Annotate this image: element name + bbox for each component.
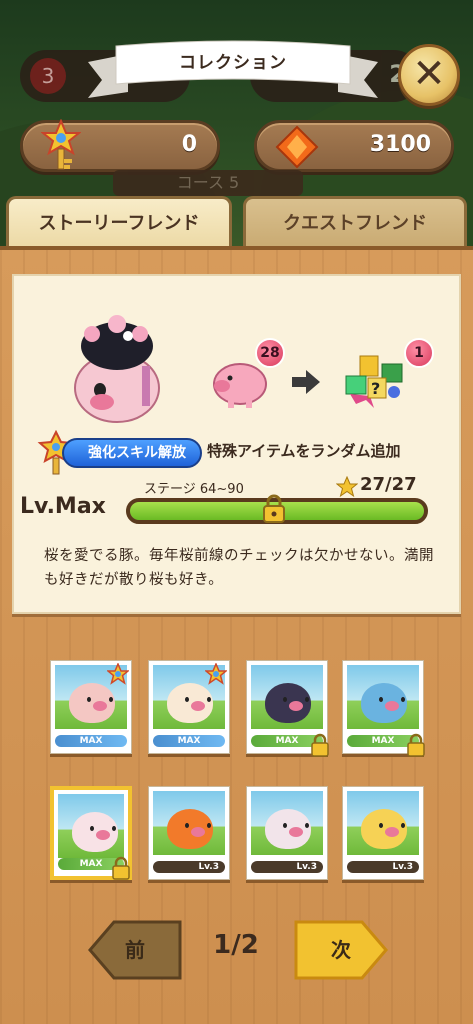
level-bar: Lv.3 <box>347 861 419 873</box>
tab-story-friends[interactable]: ストーリーフレンド <box>6 196 232 248</box>
pig-eye2 <box>401 823 405 828</box>
pig-eye1 <box>185 823 189 828</box>
pig-snout <box>93 701 107 711</box>
course-label: コース 5 <box>113 170 303 196</box>
pig-portrait <box>361 809 407 849</box>
pig-eye1 <box>90 826 94 831</box>
skill-description: 特殊アイテムをランダム追加 <box>207 442 401 460</box>
pig-eye2 <box>401 697 405 702</box>
close-button[interactable]: ✕ <box>398 44 460 106</box>
gems-currency: 3100 <box>254 120 454 172</box>
svg-text:?: ? <box>371 379 380 398</box>
pig-portrait <box>265 809 311 849</box>
pig-eye2 <box>305 823 309 828</box>
keys-value: 0 <box>181 132 197 157</box>
pig-portrait <box>361 683 407 723</box>
rainbow-key-icon <box>41 119 81 170</box>
rainbow-star-icon <box>107 663 129 685</box>
lock-icon <box>311 733 329 757</box>
level-text: MAX <box>79 736 103 746</box>
pig-portrait <box>265 683 311 723</box>
level-text: Lv.3 <box>392 862 413 872</box>
level-text: MAX <box>177 736 201 746</box>
friend-slot[interactable]: MAX <box>50 786 132 880</box>
level-bar: Lv.3 <box>153 861 225 873</box>
friend-slot[interactable]: MAX <box>50 660 132 754</box>
pig-portrait <box>69 683 115 723</box>
lock-icon <box>407 733 425 757</box>
level-label: Lv.Max <box>20 494 106 519</box>
pig-snout <box>191 827 205 837</box>
pig-count-badge: 28 <box>255 338 285 368</box>
pig-portrait <box>72 812 118 852</box>
level-text: Lv.3 <box>198 862 219 872</box>
page-title: コレクション <box>179 53 287 73</box>
pig-snout <box>96 830 110 840</box>
arrow-right-icon <box>292 370 320 394</box>
friend-slot[interactable]: Lv.3 <box>148 786 230 880</box>
friend-slot[interactable]: Lv.3 <box>342 786 424 880</box>
lock-icon <box>112 856 130 880</box>
pig-eye2 <box>207 697 211 702</box>
pig-eye2 <box>112 826 116 831</box>
friend-slot[interactable]: Lv.3 <box>246 786 328 880</box>
pig-snout <box>289 701 303 711</box>
skill-unlock-badge: 強化スキル解放 <box>62 438 202 468</box>
pig-eye1 <box>283 823 287 828</box>
next-page-button[interactable]: 次 <box>294 918 388 982</box>
pig-snout <box>289 827 303 837</box>
level-bar: MAX <box>55 735 127 747</box>
friend-slot[interactable]: MAX <box>246 660 329 757</box>
pig-eye2 <box>305 697 309 702</box>
pig-eye1 <box>379 823 383 828</box>
pig-eye1 <box>379 697 383 702</box>
pig-snout <box>191 701 205 711</box>
stars-count: 27/27 <box>360 474 417 495</box>
hearts-count: 3 <box>41 64 55 88</box>
heart-icon: 3 <box>30 58 66 94</box>
friend-slot[interactable]: MAX <box>148 660 230 754</box>
pig-eye1 <box>185 697 189 702</box>
pig-snout <box>385 701 399 711</box>
level-bar: Lv.3 <box>251 861 323 873</box>
gems-value: 3100 <box>369 132 431 157</box>
friend-slot[interactable]: MAX <box>342 660 425 757</box>
tab-quest-friends[interactable]: クエストフレンド <box>243 196 467 248</box>
pig-eye2 <box>109 697 113 702</box>
level-text: MAX <box>275 736 299 746</box>
pig-eye1 <box>283 697 287 702</box>
random-item-icon: ? <box>345 355 403 408</box>
stage-range: ステージ 64~90 <box>144 482 244 497</box>
gem-icon <box>275 125 319 169</box>
pig-eye1 <box>87 697 91 702</box>
prev-label: 前 <box>125 938 145 962</box>
page-indicator: 1/2 <box>213 930 259 960</box>
lock-icon <box>263 494 285 523</box>
item-count-badge: 1 <box>404 338 434 368</box>
next-label: 次 <box>331 938 351 962</box>
level-text: Lv.3 <box>296 862 317 872</box>
friend-description: 桜を愛でる豚。毎年桜前線のチェックは欠かせない。満開も好きだが散り桜も好き。 <box>44 548 434 588</box>
pig-portrait <box>167 683 213 723</box>
pig-portrait <box>167 809 213 849</box>
pig-eye2 <box>207 823 211 828</box>
close-icon: ✕ <box>412 51 446 97</box>
title-ribbon: コレクション <box>88 40 378 102</box>
sakura-pig-portrait <box>74 315 160 423</box>
rainbow-star-icon <box>205 663 227 685</box>
prev-page-button[interactable]: 前 <box>88 918 182 982</box>
level-bar: MAX <box>153 735 225 747</box>
level-text: MAX <box>79 859 103 869</box>
pig-snout <box>385 827 399 837</box>
keys-currency: 0 <box>20 119 220 172</box>
level-text: MAX <box>371 736 395 746</box>
star-icon <box>336 476 358 498</box>
